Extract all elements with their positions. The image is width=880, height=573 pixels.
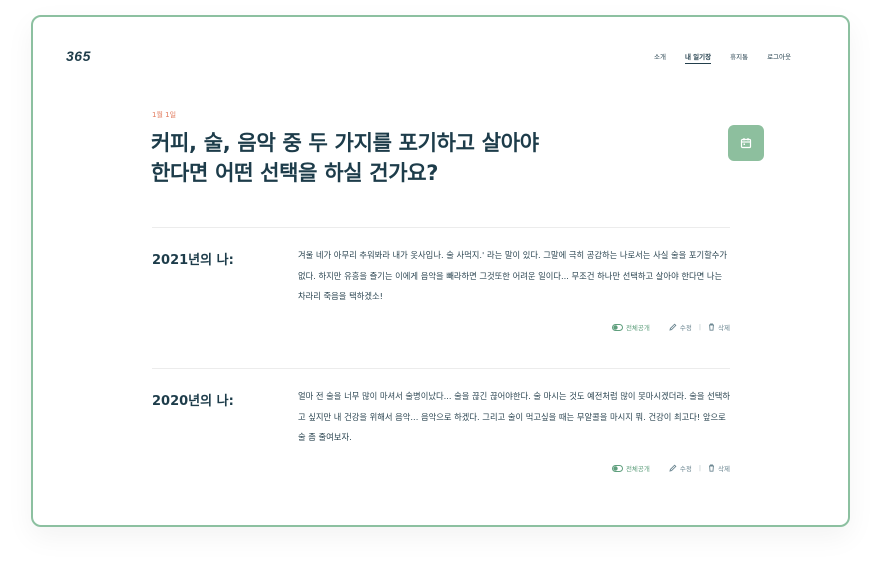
calendar-icon (740, 138, 752, 149)
divider (152, 368, 730, 369)
pencil-icon (669, 464, 677, 472)
delete-button[interactable]: 삭제 (708, 463, 730, 473)
question-date: 1월 1일 (152, 111, 177, 119)
trash-icon (709, 464, 715, 472)
entry-text: 얼마 전 술을 너무 많이 마셔서 술병이났다... 술을 끊긴 끊어야한다. … (298, 391, 731, 442)
edit-label: 수정 (679, 465, 692, 473)
site-logo[interactable]: 365 (66, 48, 91, 64)
nav-item-my-diary[interactable]: 내 일기장 (684, 51, 712, 64)
delete-label: 삭제 (718, 465, 730, 473)
question-title: 커피, 술, 음악 중 두 가지를 포기하고 살아야 한다면 어떤 선택을 하실… (151, 128, 631, 188)
entry-year-label: 2020년의 나: (152, 394, 234, 409)
divider (152, 227, 730, 228)
edit-label: 수정 (679, 324, 692, 332)
pencil-icon (669, 323, 677, 331)
action-separator: | (698, 464, 702, 472)
toggle-icon (611, 323, 623, 331)
visibility-label: 전체공개 (625, 324, 650, 332)
edit-button[interactable]: 수정 (669, 463, 692, 473)
nav-item-trash[interactable]: 휴지통 (730, 51, 748, 64)
delete-button[interactable]: 삭제 (708, 322, 730, 332)
trash-icon (709, 323, 715, 331)
main-card: 365 소개 내 일기장 휴지통 로그아웃 1월 1일 커피, 술, 음악 중 … (31, 15, 850, 527)
visibility-label: 전체공개 (625, 465, 650, 473)
entry-actions: 전체공개 수정 | 삭제 (611, 463, 730, 473)
edit-button[interactable]: 수정 (669, 322, 692, 332)
question-title-line2: 한다면 어떤 선택을 하실 건가요? (151, 161, 439, 185)
action-separator: | (698, 323, 702, 331)
toggle-icon (611, 464, 623, 472)
calendar-button[interactable] (728, 125, 764, 161)
visibility-toggle[interactable]: 전체공개 (611, 463, 650, 473)
question-title-line1: 커피, 술, 음악 중 두 가지를 포기하고 살아야 (151, 131, 539, 155)
entry-text: 겨울 네가 아무리 추워봐라 내가 옷사입나. 술 사먹지.' 라는 말이 있다… (298, 250, 728, 301)
top-nav: 소개 내 일기장 휴지통 로그아웃 (654, 51, 791, 64)
delete-label: 삭제 (718, 324, 730, 332)
entry-year-label: 2021년의 나: (152, 253, 234, 268)
entry-actions: 전체공개 수정 | 삭제 (611, 322, 730, 332)
nav-item-logout[interactable]: 로그아웃 (767, 51, 791, 64)
visibility-toggle[interactable]: 전체공개 (611, 322, 650, 332)
nav-item-about[interactable]: 소개 (654, 51, 666, 64)
